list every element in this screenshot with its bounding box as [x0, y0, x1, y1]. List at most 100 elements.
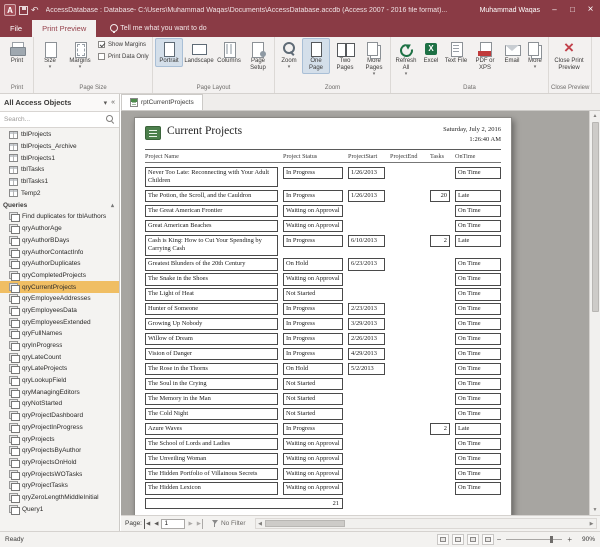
tab-rptcurrentprojects[interactable]: rptCurrentProjects	[121, 94, 203, 110]
design-view-button[interactable]	[482, 534, 494, 545]
nav-item-qryauthorcontactinfo[interactable]: qryAuthorContactInfo	[0, 246, 119, 258]
nav-item-qrynotstarted[interactable]: qryNotStarted	[0, 398, 119, 410]
more-button[interactable]: More ▾	[524, 38, 546, 72]
columns-button[interactable]: Columns	[215, 38, 243, 67]
report-row: Azure WavesIn Progress2Late	[145, 423, 501, 435]
restore-button[interactable]: □	[565, 0, 580, 20]
show-margins-checkbox[interactable]: Show Margins	[98, 41, 148, 48]
nav-item-qryprojectinprogress[interactable]: qryProjectInProgress	[0, 422, 119, 434]
nav-item-temp2[interactable]: Temp2	[0, 187, 119, 199]
undo-icon[interactable]: ↶	[31, 5, 39, 15]
nav-group-header[interactable]: Queries▴	[0, 199, 119, 211]
portrait-button[interactable]: Portrait	[155, 38, 183, 67]
cell-value: On Hold	[283, 363, 343, 375]
nav-item-tblprojects_archive[interactable]: tblProjects_Archive	[0, 141, 119, 153]
current-page-input[interactable]	[161, 519, 185, 529]
nav-item-qryemployeesdata[interactable]: qryEmployeesData	[0, 305, 119, 317]
text-file-button[interactable]: Text File	[443, 38, 469, 67]
nav-item-qryauthorbdays[interactable]: qryAuthorBDays	[0, 235, 119, 247]
zoom-button[interactable]: Zoom ▾	[277, 38, 301, 72]
zoom-slider[interactable]	[506, 539, 562, 540]
cell-name: The Potion, the Scroll, and the Cauldron	[145, 190, 283, 202]
scroll-down-icon[interactable]: ▼	[593, 505, 598, 515]
zoom-in-button[interactable]: +	[567, 535, 572, 545]
zoom-slider-thumb[interactable]	[550, 536, 553, 543]
scroll-up-icon[interactable]: ▲	[593, 111, 598, 121]
first-page-button[interactable]: ◀	[144, 519, 151, 529]
nav-item-qryprojectsbyauthor[interactable]: qryProjectsByAuthor	[0, 445, 119, 457]
print-button[interactable]: Print	[3, 38, 31, 67]
margins-button[interactable]: Margins ▾	[65, 38, 95, 72]
horizontal-scrollbar-thumb[interactable]	[265, 520, 345, 527]
nav-item-qryauthorduplicates[interactable]: qryAuthorDuplicates	[0, 258, 119, 270]
nav-search	[0, 112, 119, 128]
search-input[interactable]	[4, 116, 106, 123]
two-pages-button[interactable]: Two Pages	[331, 38, 359, 74]
nav-item-qrymanagingeditors[interactable]: qryManagingEditors	[0, 386, 119, 398]
close-button[interactable]: ×	[583, 0, 598, 20]
nav-item-qryprojectdashboard[interactable]: qryProjectDashboard	[0, 410, 119, 422]
report-page[interactable]: Current Projects Saturday, July 2, 2016 …	[134, 117, 512, 515]
landscape-button[interactable]: Landscape	[184, 38, 214, 67]
vertical-scrollbar[interactable]: ▲ ▼	[589, 111, 600, 515]
layout-view-button[interactable]	[467, 534, 479, 545]
nav-item-qryprojecttasks[interactable]: qryProjectTasks	[0, 480, 119, 492]
nav-item-qryauthorage[interactable]: qryAuthorAge	[0, 223, 119, 235]
cell-name: The Hidden Portfolio of Villainous Secre…	[145, 468, 283, 480]
shutter-collapse-icon[interactable]: «	[111, 99, 115, 106]
search-icon[interactable]	[106, 115, 115, 124]
nav-item-qryfullnames[interactable]: qryFullNames	[0, 328, 119, 340]
nav-item-qryinprogress[interactable]: qryInProgress	[0, 340, 119, 352]
email-button[interactable]: Email	[501, 38, 523, 67]
nav-item-qryzerolengthmiddleinitial[interactable]: qryZeroLengthMiddleInitial	[0, 492, 119, 504]
horizontal-scrollbar[interactable]: ◀ ▶	[255, 518, 598, 529]
size-button[interactable]: Size ▾	[36, 38, 64, 72]
next-page-button[interactable]: ▶	[187, 519, 193, 529]
cell-ontime: On Time	[455, 393, 501, 405]
nav-item-find-duplicates-for-tblauthors[interactable]: Find duplicates for tblAuthors	[0, 211, 119, 223]
print-data-only-checkbox[interactable]: Print Data Only	[98, 53, 148, 60]
one-page-button[interactable]: One Page	[302, 38, 330, 74]
nav-pane-header[interactable]: All Access Objects ▾ «	[0, 94, 119, 112]
cell-ontime: On Time	[455, 318, 501, 330]
nav-item-tbltasks1[interactable]: tblTasks1	[0, 176, 119, 188]
nav-item-tblprojects1[interactable]: tblProjects1	[0, 152, 119, 164]
tell-me-box[interactable]: Tell me what you want to do	[110, 20, 206, 37]
minimize-button[interactable]: –	[547, 0, 562, 20]
previous-page-button[interactable]: ◀	[153, 519, 159, 529]
vertical-scrollbar-thumb[interactable]	[592, 122, 599, 312]
refresh-all-button[interactable]: Refresh All ▾	[393, 38, 419, 79]
pdf-or-xps-button[interactable]: PDF or XPS	[470, 38, 500, 74]
column-header: Project Name	[145, 153, 283, 160]
zoom-out-button[interactable]: −	[497, 535, 502, 545]
nav-item-qryprojectswotasks[interactable]: qryProjectsWOTasks	[0, 468, 119, 480]
scroll-left-icon[interactable]: ◀	[256, 521, 265, 527]
nav-item-qryprojects[interactable]: qryProjects	[0, 433, 119, 445]
close-print-preview-button[interactable]: Close Print Preview	[551, 38, 587, 74]
nav-item-qrylateprojects[interactable]: qryLateProjects	[0, 363, 119, 375]
tab-file[interactable]: File	[0, 20, 32, 37]
chevron-down-icon[interactable]: ▾	[104, 99, 108, 107]
nav-item-query1[interactable]: Query1	[0, 503, 119, 515]
nav-item-qrycompletedprojects[interactable]: qryCompletedProjects	[0, 270, 119, 282]
nav-item-qryemployeeaddresses[interactable]: qryEmployeeAddresses	[0, 293, 119, 305]
tab-print-preview[interactable]: Print Preview	[32, 20, 96, 37]
query-icon	[9, 224, 19, 233]
nav-item-qryprojectsonhold[interactable]: qryProjectsOnHold	[0, 457, 119, 469]
print-preview-area[interactable]: Current Projects Saturday, July 2, 2016 …	[121, 111, 600, 515]
nav-item-qryemployeesextended[interactable]: qryEmployeesExtended	[0, 316, 119, 328]
cell-start: 5/2/2013	[348, 363, 390, 375]
page-setup-button[interactable]: Page Setup	[244, 38, 272, 74]
nav-item-tbltasks[interactable]: tblTasks	[0, 164, 119, 176]
nav-item-qrylatecount[interactable]: qryLateCount	[0, 351, 119, 363]
excel-button[interactable]: Excel	[420, 38, 442, 67]
more-pages-button[interactable]: More Pages ▾	[360, 38, 388, 79]
report-view-button[interactable]	[437, 534, 449, 545]
save-icon[interactable]	[19, 6, 28, 15]
nav-item-qrylookupfield[interactable]: qryLookupField	[0, 375, 119, 387]
nav-item-qrycurrentprojects[interactable]: qryCurrentProjects	[0, 281, 119, 293]
last-page-button[interactable]: ▶	[196, 519, 203, 529]
scroll-right-icon[interactable]: ▶	[587, 521, 596, 527]
nav-item-tblprojects[interactable]: tblProjects	[0, 129, 119, 141]
print-preview-view-button[interactable]	[452, 534, 464, 545]
